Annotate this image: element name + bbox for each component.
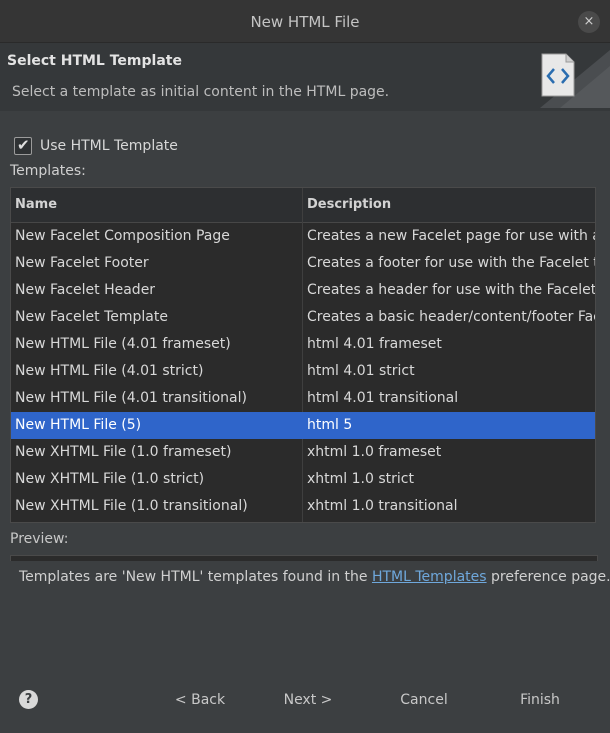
dialog-title: New HTML File xyxy=(250,13,360,31)
close-button[interactable]: × xyxy=(578,11,600,33)
preview-pane[interactable] xyxy=(10,555,598,561)
column-header-name[interactable]: Name xyxy=(15,188,301,222)
template-description: Creates a header for use with the Facele… xyxy=(307,282,595,298)
template-name: New Facelet Composition Page xyxy=(15,228,230,244)
table-row[interactable]: New Facelet Template Creates a basic hea… xyxy=(11,304,595,331)
template-description: html 4.01 strict xyxy=(307,363,415,379)
template-name: New XHTML File (1.0 frameset) xyxy=(15,444,232,460)
template-name: New Facelet Footer xyxy=(15,255,149,271)
template-name: New HTML File (4.01 strict) xyxy=(15,363,204,379)
table-header: Name Description xyxy=(11,188,595,223)
table-row[interactable]: New HTML File (4.01 transitional) html 4… xyxy=(11,385,595,412)
finish-button[interactable]: Finish xyxy=(504,686,576,714)
table-row[interactable]: New XHTML File (1.0 frameset) xhtml 1.0 … xyxy=(11,439,595,466)
help-icon: ? xyxy=(24,692,33,707)
use-template-checkbox[interactable]: ✔ xyxy=(14,136,32,155)
table-row[interactable]: New XHTML File (1.0 transitional) xhtml … xyxy=(11,493,595,520)
template-description: html 4.01 transitional xyxy=(307,390,459,406)
template-name: New Facelet Template xyxy=(15,309,168,325)
cancel-button[interactable]: Cancel xyxy=(388,686,460,714)
template-description: html 5 xyxy=(307,417,353,433)
templates-label: Templates: xyxy=(10,163,86,179)
close-icon: × xyxy=(583,14,595,29)
column-header-description[interactable]: Description xyxy=(307,188,595,222)
info-text-after: preference page. xyxy=(486,569,610,585)
table-row[interactable]: New HTML File (4.01 strict) html 4.01 st… xyxy=(11,358,595,385)
html-templates-link[interactable]: HTML Templates xyxy=(372,569,487,585)
template-name: New HTML File (4.01 transitional) xyxy=(15,390,247,406)
use-template-label: Use HTML Template xyxy=(40,138,178,154)
info-text-before: Templates are 'New HTML' templates found… xyxy=(19,569,372,585)
table-row[interactable]: New HTML File (5) html 5 xyxy=(11,412,595,439)
new-html-file-dialog: New HTML File × Select HTML Template Sel… xyxy=(0,0,610,733)
template-description: html 4.01 frameset xyxy=(307,336,442,352)
table-row[interactable]: New Facelet Composition Page Creates a n… xyxy=(11,223,595,250)
preview-label: Preview: xyxy=(10,531,69,547)
templates-table[interactable]: Name Description New Facelet Composition… xyxy=(10,187,596,523)
template-description: xhtml 1.0 transitional xyxy=(307,498,458,514)
next-button[interactable]: Next > xyxy=(272,686,344,714)
template-name: New HTML File (5) xyxy=(15,417,142,433)
template-info-text: Templates are 'New HTML' templates found… xyxy=(19,569,610,585)
template-description: Creates a footer for use with the Facele… xyxy=(307,255,595,271)
table-row[interactable]: New XHTML File (1.0 strict) xhtml 1.0 st… xyxy=(11,466,595,493)
template-name: New XHTML File (1.0 transitional) xyxy=(15,498,248,514)
template-description: xhtml 1.0 frameset xyxy=(307,444,442,460)
template-name: New HTML File (4.01 frameset) xyxy=(15,336,231,352)
table-row[interactable]: New Facelet Header Creates a header for … xyxy=(11,277,595,304)
template-name: New Facelet Header xyxy=(15,282,156,298)
use-template-toggle[interactable]: ✔ Use HTML Template xyxy=(14,136,178,156)
template-description: Creates a new Facelet page for use with … xyxy=(307,228,595,244)
template-description: xhtml 1.0 strict xyxy=(307,471,414,487)
help-button[interactable]: ? xyxy=(19,690,38,709)
html-document-icon xyxy=(541,53,575,97)
template-name: New XHTML File (1.0 strict) xyxy=(15,471,205,487)
table-row[interactable]: New Facelet Footer Creates a footer for … xyxy=(11,250,595,277)
page-description: Select a template as initial content in … xyxy=(12,84,390,100)
table-row[interactable]: New HTML File (4.01 frameset) html 4.01 … xyxy=(11,331,595,358)
back-button[interactable]: < Back xyxy=(164,686,236,714)
checkmark-icon: ✔ xyxy=(17,136,30,154)
page-title: Select HTML Template xyxy=(7,53,182,69)
template-description: Creates a basic header/content/footer Fa… xyxy=(307,309,595,325)
table-body: New Facelet Composition Page Creates a n… xyxy=(11,223,595,520)
